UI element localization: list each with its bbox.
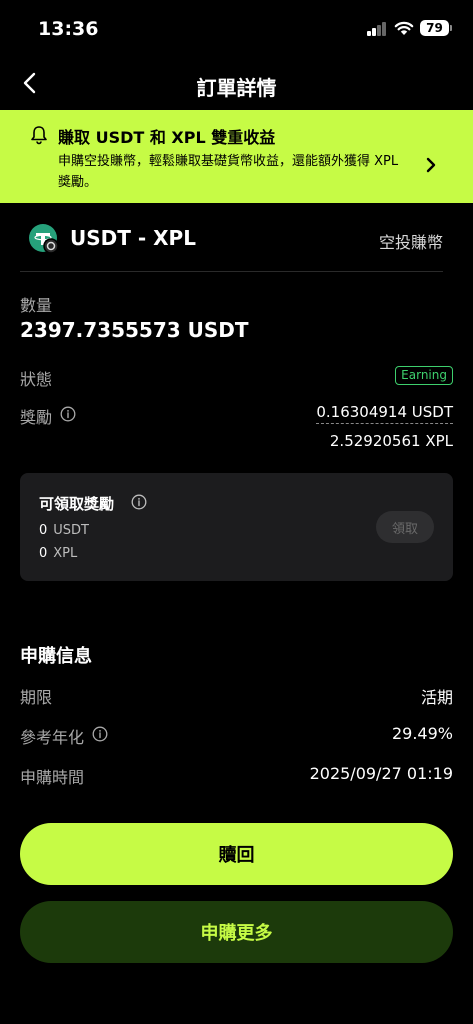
subscription-section-title: 申購信息 — [20, 646, 92, 667]
status-label: 狀態 — [20, 370, 53, 389]
banner-title: 賺取 USDT 和 XPL 雙重收益 — [58, 128, 276, 147]
status-badge: Earning — [395, 366, 453, 385]
subscription-time-label: 申購時間 — [20, 768, 85, 787]
subscription-time-value: 2025/09/27 01:19 — [309, 764, 453, 783]
reward-xpl-value: 2.52920561 XPL — [329, 432, 453, 450]
apr-value: 29.49% — [391, 724, 453, 743]
claim-usdt-line: 0 USDT — [39, 523, 89, 538]
claim-info-icon[interactable] — [131, 494, 147, 510]
claim-button[interactable]: 領取 — [376, 511, 434, 543]
reward-label: 獎勵 — [20, 408, 53, 427]
cellular-signal-icon — [367, 22, 387, 36]
status-time: 13:36 — [38, 18, 99, 40]
reward-info-icon[interactable] — [60, 406, 76, 422]
banner-description: 申購空投賺幣，輕鬆賺取基礎貨幣收益，還能額外獲得 XPL 獎勵。 — [58, 154, 399, 190]
claim-usdt-unit: USDT — [53, 523, 89, 538]
claim-xpl-unit: XPL — [53, 546, 78, 561]
claim-xpl-line: 0 XPL — [39, 546, 77, 561]
claim-title: 可領取獎勵 — [39, 495, 115, 513]
wifi-icon — [394, 21, 414, 35]
reward-usdt-value[interactable]: 0.16304914 USDT — [316, 403, 453, 424]
apr-label: 參考年化 — [20, 728, 85, 747]
claim-usdt-amount: 0 — [39, 523, 48, 538]
amount-value: 2397.7355573 USDT — [20, 318, 249, 342]
term-label: 期限 — [20, 688, 53, 707]
bell-icon — [31, 126, 47, 145]
subscribe-more-button[interactable]: 申購更多 — [20, 901, 453, 963]
nav-bar: 訂單詳情 — [0, 62, 473, 106]
product-name: USDT - XPL — [70, 226, 196, 250]
promo-banner[interactable]: 賺取 USDT 和 XPL 雙重收益 申購空投賺幣，輕鬆賺取基礎貨幣收益，還能額… — [0, 110, 473, 203]
amount-label: 數量 — [20, 296, 53, 315]
status-bar: 13:36 79 — [0, 0, 473, 60]
redeem-button[interactable]: 贖回 — [20, 823, 453, 885]
usdt-xpl-coin-icon — [29, 224, 59, 254]
product-header: USDT - XPL 空投賺幣 — [20, 220, 443, 272]
product-type: 空投賺幣 — [378, 233, 443, 252]
page-title: 訂單詳情 — [196, 76, 277, 100]
claimable-rewards-card: 可領取獎勵 0 USDT 0 XPL 領取 — [20, 473, 453, 581]
battery-indicator: 79 — [420, 20, 452, 36]
chevron-right-icon[interactable] — [424, 156, 438, 174]
term-value: 活期 — [420, 688, 453, 707]
claim-xpl-amount: 0 — [39, 546, 48, 561]
apr-info-icon[interactable] — [92, 726, 108, 742]
